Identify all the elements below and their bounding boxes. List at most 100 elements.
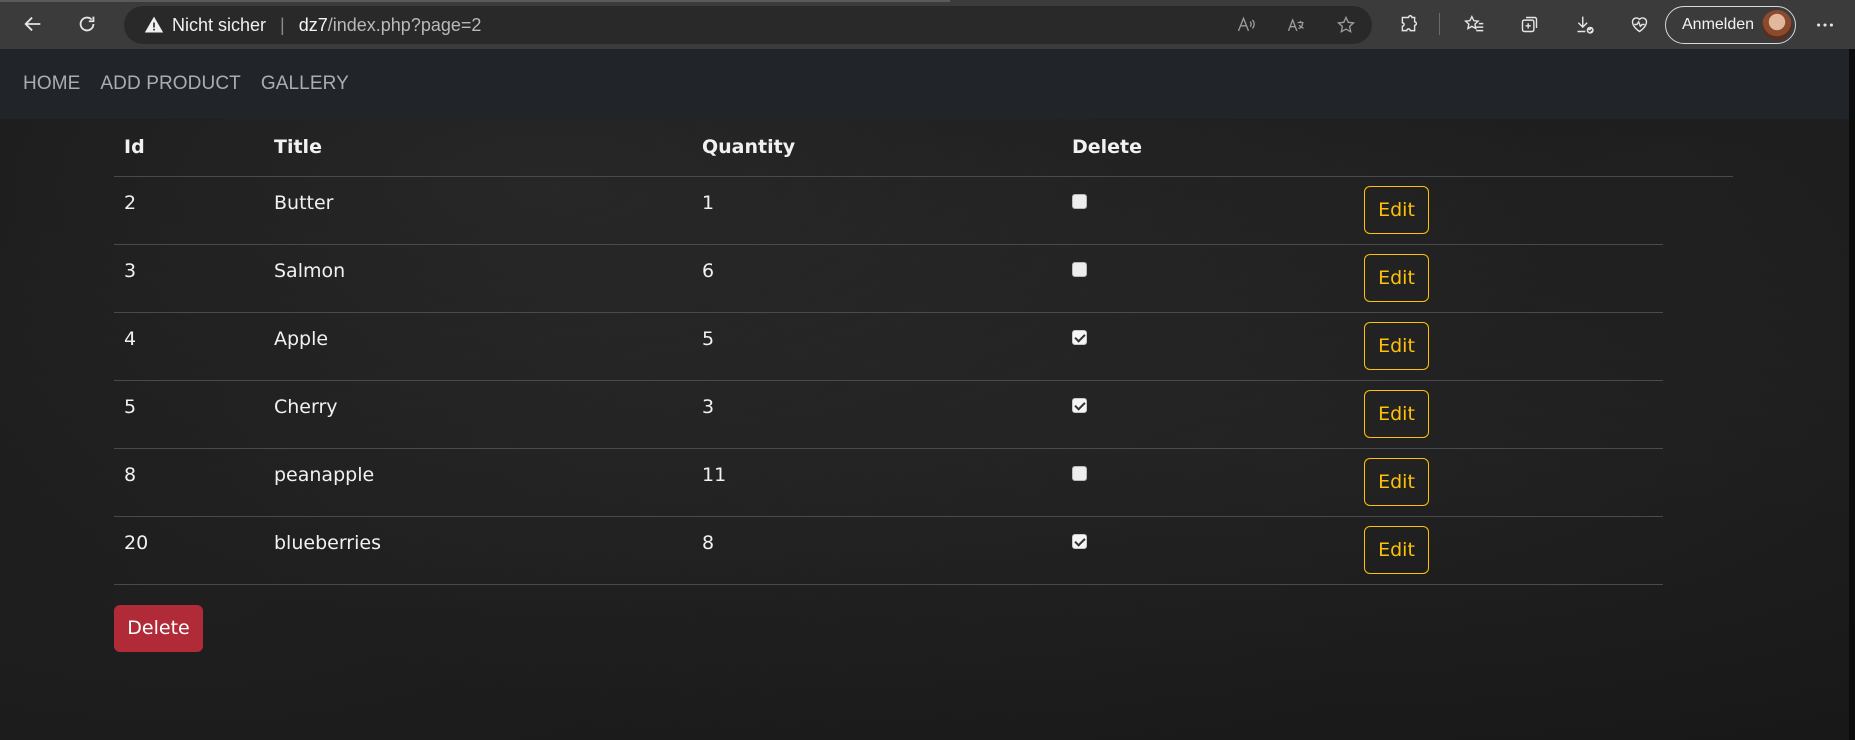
reload-button[interactable] (70, 7, 104, 41)
delete-checkbox[interactable] (1072, 465, 1087, 481)
cell-quantity: 1 (692, 176, 1062, 245)
delete-checkbox[interactable] (1072, 329, 1087, 345)
edit-button[interactable]: Edit (1364, 525, 1429, 574)
top-navbar: HOME ADD PRODUCT GALLERY (0, 49, 1849, 119)
delete-checkbox[interactable] (1072, 193, 1087, 209)
back-icon (24, 16, 41, 32)
cell-title: Salmon (264, 244, 692, 313)
header-title: Title (264, 119, 692, 177)
cell-quantity: 6 (692, 244, 1062, 313)
cell-delete (1062, 312, 1354, 381)
header-id: Id (114, 119, 264, 177)
extensions-icon (1401, 14, 1417, 31)
delete-checkbox[interactable] (1072, 533, 1087, 549)
delete-button[interactable]: Delete (114, 605, 203, 652)
cell-spacer (1663, 312, 1733, 380)
avatar (1762, 10, 1792, 40)
cell-quantity: 11 (692, 448, 1062, 517)
cell-edit: Edit (1354, 312, 1663, 381)
cell-delete (1062, 380, 1354, 449)
table-row: 2 Butter 1 Edit (114, 176, 1733, 245)
extensions-button[interactable] (1390, 8, 1426, 40)
header-quantity: Quantity (692, 119, 1062, 177)
collections-icon (1521, 16, 1537, 32)
delete-checkbox[interactable] (1072, 261, 1087, 277)
more-button[interactable] (1808, 8, 1842, 42)
table-header-row: Id Title Quantity Delete (114, 119, 1733, 177)
favorite-button[interactable] (1330, 10, 1362, 40)
cell-title: Cherry (264, 380, 692, 449)
nav-gallery[interactable]: GALLERY (261, 73, 349, 95)
cell-delete (1062, 448, 1354, 517)
header-edit-column (1354, 119, 1663, 177)
url-path[interactable]: /index.php?page=2 (328, 15, 482, 36)
address-separator: | (280, 14, 285, 35)
cell-spacer (1663, 380, 1733, 448)
cell-quantity: 8 (692, 516, 1062, 585)
nav-home[interactable]: HOME (23, 73, 80, 95)
warning-icon[interactable] (144, 15, 164, 35)
cell-spacer (1663, 516, 1733, 584)
read-aloud-icon (1237, 16, 1255, 32)
page-scrollbar[interactable] (1849, 49, 1855, 740)
table-row: 4 Apple 5 Edit (114, 312, 1733, 381)
cell-delete (1062, 176, 1354, 245)
table-row: 20 blueberries 8 Edit (114, 516, 1733, 585)
cell-edit: Edit (1354, 244, 1663, 313)
browser-toolbar: Nicht sicher | dz7/index.php?page=2 Anme… (0, 0, 1855, 49)
cell-id: 5 (114, 380, 264, 449)
products-table: Id Title Quantity Delete 2 Butter 1 Edit 3 Sa… (114, 119, 1733, 585)
read-aloud-button[interactable] (1230, 10, 1262, 40)
cell-spacer (1663, 244, 1733, 312)
cell-title: Butter (264, 176, 692, 245)
signin-button[interactable]: Anmelden (1665, 6, 1796, 44)
cell-id: 8 (114, 448, 264, 517)
downloads-icon (1577, 16, 1594, 34)
cell-title: peanapple (264, 448, 692, 517)
toolbar-divider (1439, 13, 1440, 35)
edit-button[interactable]: Edit (1364, 185, 1429, 234)
cell-edit: Edit (1354, 176, 1663, 245)
header-delete: Delete (1062, 119, 1354, 177)
collections-button[interactable] (1511, 8, 1547, 40)
edit-button[interactable]: Edit (1364, 457, 1429, 506)
cell-delete (1062, 244, 1354, 313)
cell-quantity: 5 (692, 312, 1062, 381)
cell-quantity: 3 (692, 380, 1062, 449)
cell-id: 3 (114, 244, 264, 313)
downloads-button[interactable] (1566, 8, 1602, 40)
signin-label: Anmelden (1682, 16, 1755, 33)
cell-id: 2 (114, 176, 264, 245)
back-button[interactable] (16, 7, 50, 41)
cell-delete (1062, 516, 1354, 585)
header-spacer (1663, 119, 1733, 177)
address-bar[interactable]: Nicht sicher | dz7/index.php?page=2 (124, 6, 1372, 44)
browser-essentials-icon (1631, 16, 1647, 32)
edit-button[interactable]: Edit (1364, 389, 1429, 438)
security-label[interactable]: Nicht sicher (172, 15, 266, 36)
cell-spacer (1663, 448, 1733, 516)
cell-edit: Edit (1354, 448, 1663, 517)
delete-checkbox[interactable] (1072, 397, 1087, 413)
cell-edit: Edit (1354, 516, 1663, 585)
cell-id: 20 (114, 516, 264, 585)
table-row: 5 Cherry 3 Edit (114, 380, 1733, 449)
cell-edit: Edit (1354, 380, 1663, 449)
table-row: 3 Salmon 6 Edit (114, 244, 1733, 313)
cell-title: Apple (264, 312, 692, 381)
cell-spacer (1663, 176, 1733, 244)
more-icon (1817, 23, 1833, 27)
cell-id: 4 (114, 312, 264, 381)
page-content: HOME ADD PRODUCT GALLERY Id Title Quanti… (0, 49, 1855, 740)
edit-button[interactable]: Edit (1364, 321, 1429, 370)
edit-button[interactable]: Edit (1364, 253, 1429, 302)
translate-button[interactable] (1280, 10, 1312, 40)
favorites-icon (1463, 14, 1483, 31)
url-host[interactable]: dz7 (299, 15, 328, 36)
browser-essentials-button[interactable] (1621, 8, 1657, 40)
cell-title: blueberries (264, 516, 692, 585)
tab-strip-edge (0, 0, 950, 2)
translate-icon (1287, 18, 1304, 32)
nav-add-product[interactable]: ADD PRODUCT (100, 73, 240, 95)
favorites-button[interactable] (1456, 8, 1492, 40)
